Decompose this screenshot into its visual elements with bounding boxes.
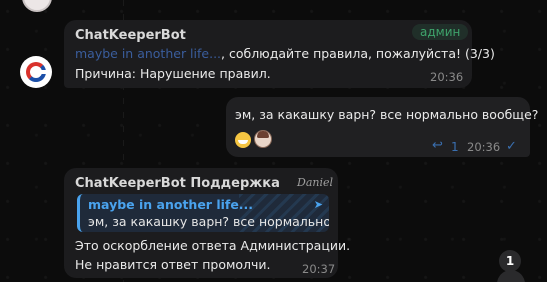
quote-author: maybe in another life...: [88, 197, 254, 212]
admin-badge: админ: [412, 24, 469, 40]
message-time: 20:37: [302, 262, 336, 276]
read-check-icon: ✓: [506, 139, 517, 154]
bot-logo-icon: [26, 62, 47, 82]
quote-text: эм, за какашку варн? все нормально...: [88, 214, 329, 229]
message-time: 20:36: [430, 70, 464, 84]
reaction-avatar[interactable]: [254, 130, 272, 148]
message-text: эм, за какашку варн? все нормально вообщ…: [235, 107, 539, 122]
unread-count-badge[interactable]: 1: [499, 250, 521, 272]
reply-quote[interactable]: maybe in another life... эм, за какашку …: [77, 194, 329, 232]
message-text: , соблюдайте правила, пожалуйста! (3/3): [221, 46, 495, 61]
message-text-line: maybe in another life..., соблюдайте пра…: [75, 46, 495, 61]
user-mention-link[interactable]: maybe in another life...: [75, 46, 221, 61]
reply-arrow-icon[interactable]: ↩: [432, 138, 443, 153]
send-arrow-icon: ➤: [313, 198, 323, 211]
chatkeeperbot-avatar[interactable]: [20, 56, 52, 88]
message-sender[interactable]: ChatKeeperBot Поддержка: [75, 176, 280, 191]
message-time: 20:36: [467, 140, 501, 154]
message-text-line: Причина: Нарушение правил.: [75, 66, 271, 81]
scroll-down-button[interactable]: [497, 270, 525, 282]
message-text-line: Не нравится ответ промолчи.: [75, 257, 271, 272]
user-avatar[interactable]: [22, 0, 52, 12]
reply-count[interactable]: 1: [451, 140, 459, 154]
grinning-face-emoji[interactable]: [235, 132, 251, 148]
signature: Daniel: [297, 176, 334, 189]
message-text-line: Это оскорбление ответа Администрации.: [75, 238, 351, 253]
message-sender[interactable]: ChatKeeperBot: [75, 28, 186, 43]
